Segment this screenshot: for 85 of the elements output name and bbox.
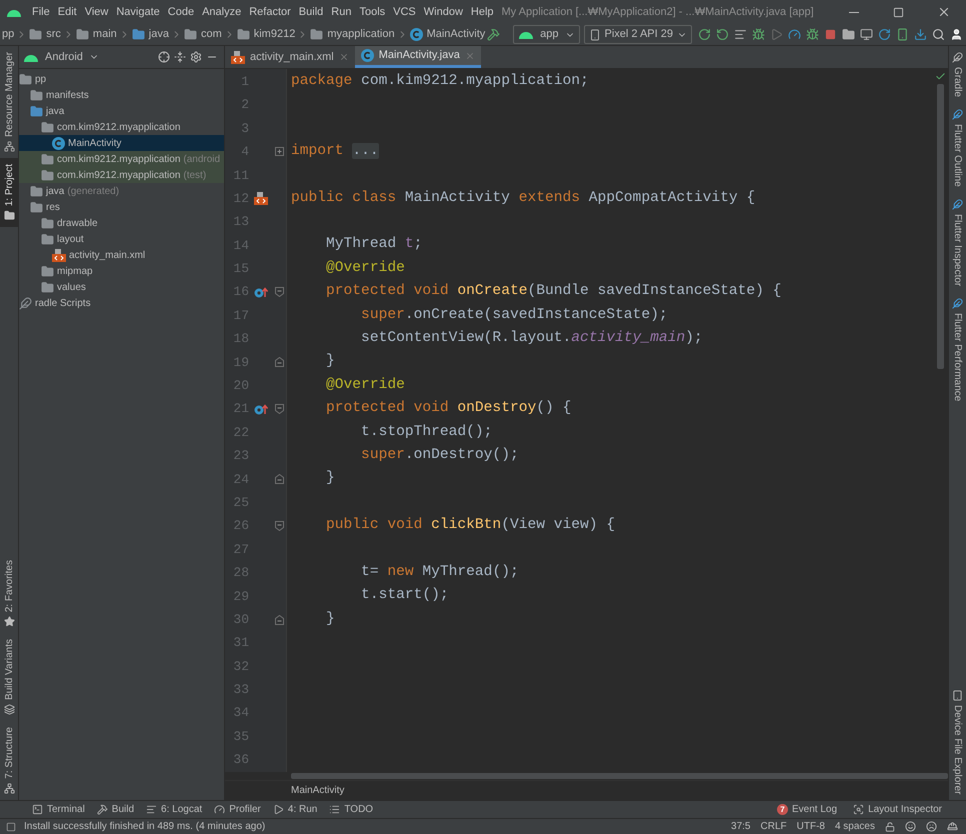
code-line: t= new MyThread(); xyxy=(360,562,519,582)
breadcrumb-item[interactable]: java xyxy=(132,26,169,43)
code-line: super.onDestroy(); xyxy=(360,446,519,465)
breadcrumb-item[interactable]: main xyxy=(76,26,117,43)
tree-item[interactable]: layout xyxy=(19,231,224,247)
code-line: protected void onCreate(Bundle savedInstanceState) { xyxy=(325,282,782,302)
tree-item[interactable]: com.kim9212.myapplication xyxy=(19,119,224,135)
code-line: MyThread t; xyxy=(325,235,422,254)
breadcrumb-item[interactable]: myapplication xyxy=(310,26,395,43)
tree-item[interactable]: java xyxy=(19,103,224,119)
menu-item[interactable]: Tools xyxy=(355,4,390,20)
tree-item[interactable]: mipmap xyxy=(19,263,224,279)
window-title: My Application [...₩MyApplication2] - ...₩MainActivity.java [app] xyxy=(502,4,814,20)
line-separator[interactable]: CRLF xyxy=(760,819,787,834)
tool-window-tab[interactable]: Build xyxy=(90,802,140,817)
project-view-dropdown[interactable]: Android xyxy=(23,48,99,66)
tool-window-tab[interactable]: Gradle xyxy=(949,46,966,104)
indent-setting[interactable]: 4 spaces xyxy=(834,819,875,834)
tool-window-tab[interactable]: Flutter Outline xyxy=(949,103,966,193)
tree-item[interactable]: activity_main.xml xyxy=(19,247,224,263)
code-line: import ... xyxy=(291,142,379,161)
breadcrumb-item[interactable]: src xyxy=(29,26,61,43)
code-line: setContentView(R.layout.activity_main); xyxy=(360,329,703,348)
breadcrumb-item[interactable]: pp xyxy=(2,26,14,43)
tool-window-tab[interactable]: 4: Run xyxy=(266,802,324,817)
notification-badge: 7 xyxy=(777,804,788,815)
tree-item[interactable]: res xyxy=(19,199,224,215)
caret-position[interactable]: 37:5 xyxy=(731,819,750,834)
tool-window-tab[interactable]: 6: Logcat xyxy=(140,802,208,817)
file-encoding[interactable]: UTF-8 xyxy=(796,819,825,834)
tree-item[interactable]: radle Scripts xyxy=(19,295,224,311)
menu-item[interactable]: Navigate xyxy=(112,4,164,20)
tool-window-tab[interactable]: Build Variants xyxy=(0,633,18,722)
menu-item[interactable]: File xyxy=(28,4,54,20)
code-line: package com.kim9212.myapplication; xyxy=(291,72,589,91)
menu-item[interactable]: Help xyxy=(466,4,498,20)
code-line: super.onCreate(savedInstanceState); xyxy=(360,306,668,325)
menu-item[interactable]: VCS xyxy=(389,4,420,20)
code-line: t.stopThread(); xyxy=(360,422,492,442)
breadcrumb-item[interactable]: MainActivity xyxy=(291,783,344,798)
tree-item[interactable]: com.kim9212.myapplication (android xyxy=(19,151,224,167)
code-line: } xyxy=(325,469,335,488)
menu-item[interactable]: Run xyxy=(327,4,356,20)
editor-tab[interactable]: MainActivity.java xyxy=(354,46,481,68)
code-line: t.start(); xyxy=(360,586,449,606)
breadcrumb-item[interactable]: MainActivity xyxy=(410,26,486,43)
editor-tab[interactable]: activity_main.xml xyxy=(225,46,355,68)
code-line: public void clickBtn(View view) { xyxy=(325,516,616,536)
tree-item[interactable]: manifests xyxy=(19,87,224,103)
tree-item[interactable]: pp xyxy=(19,71,224,87)
menu-item[interactable]: Window xyxy=(420,4,467,20)
device-dropdown[interactable]: Pixel 2 API 29 xyxy=(584,25,692,44)
tree-item[interactable]: MainActivity xyxy=(19,135,224,151)
tool-window-tab[interactable]: Layout Inspector xyxy=(849,802,946,817)
tool-window-tab[interactable]: Flutter Performance xyxy=(949,292,966,408)
tool-window-tab[interactable]: Profiler xyxy=(208,802,267,817)
tool-window-tab[interactable]: 2: Favorites xyxy=(0,554,18,634)
tool-window-tab[interactable]: Terminal xyxy=(26,802,91,817)
menu-item[interactable]: Edit xyxy=(54,4,81,20)
code-line: @Override xyxy=(325,258,405,278)
code-line: protected void onDestroy() { xyxy=(325,399,572,418)
menu-item[interactable]: Build xyxy=(294,4,328,20)
tree-item[interactable]: drawable xyxy=(19,215,224,231)
tool-window-tab[interactable]: Resource Manager xyxy=(0,46,18,158)
tool-window-tab[interactable]: 7: Structure xyxy=(0,721,18,800)
run-config-dropdown[interactable]: app xyxy=(513,25,580,44)
menu-item[interactable]: View xyxy=(80,4,112,20)
breadcrumb-item[interactable]: kim9212 xyxy=(236,26,296,43)
tree-item[interactable]: java (generated) xyxy=(19,183,224,199)
breadcrumb-item[interactable]: com xyxy=(184,26,222,43)
tool-window-tab[interactable]: Device File Explorer xyxy=(949,684,966,800)
code-line: } xyxy=(325,610,335,629)
tool-window-tab[interactable]: TODO xyxy=(323,802,380,817)
menu-item[interactable]: Refactor xyxy=(245,4,295,20)
code-line: public class MainActivity extends AppCompatActivity { xyxy=(291,188,756,208)
tree-item[interactable]: com.kim9212.myapplication (test) xyxy=(19,167,224,183)
code-line: } xyxy=(325,352,335,372)
tree-item[interactable]: values xyxy=(19,279,224,295)
menu-item[interactable]: Code xyxy=(164,4,198,20)
tool-window-tab[interactable]: Flutter Inspector xyxy=(949,192,966,292)
code-line: @Override xyxy=(325,376,405,395)
tool-window-tab[interactable]: 1: Project xyxy=(0,158,18,228)
menu-item[interactable]: Analyze xyxy=(198,4,246,20)
tool-window-tab[interactable]: 7 Event Log xyxy=(773,802,842,817)
status-message: Install successfully finished in 489 ms. (4 minutes ago) xyxy=(24,820,266,834)
